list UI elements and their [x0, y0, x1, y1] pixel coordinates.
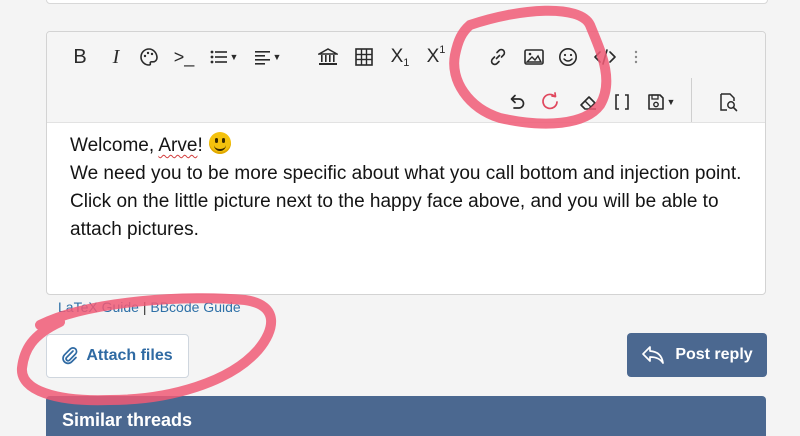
superscript-label: X — [426, 46, 440, 67]
smiley-emoji-icon — [208, 132, 231, 154]
link-icon[interactable] — [485, 42, 511, 72]
subscript-index: 1 — [403, 57, 410, 69]
subscript-label: X — [390, 46, 404, 67]
chevron-down-icon: ▼ — [229, 52, 239, 62]
code-inline-label: >_ — [173, 46, 195, 67]
eraser-icon[interactable] — [575, 87, 601, 117]
undo-icon[interactable] — [503, 87, 529, 117]
attach-files-label: Attach files — [86, 347, 173, 364]
save-draft-icon[interactable]: ▼ — [643, 87, 679, 117]
message-paragraph: We need you to be more specific about wh… — [70, 163, 742, 184]
editor-toolbar: B I >_ ▼ ▼ X1 X1 ▼ — [47, 32, 765, 123]
bold-label: B — [73, 45, 87, 68]
message-paragraph: Click on the little picture next to the … — [70, 191, 719, 240]
list-icon[interactable]: ▼ — [207, 42, 241, 72]
user-name: Arve — [158, 135, 198, 156]
reply-icon — [642, 346, 665, 364]
attach-files-button[interactable]: Attach files — [46, 334, 189, 378]
superscript-button[interactable]: X1 — [421, 42, 451, 72]
latex-guide-link[interactable]: LaTeX Guide — [58, 299, 139, 315]
emoji-icon[interactable] — [555, 42, 581, 72]
guide-separator: | — [142, 299, 147, 315]
editor-content[interactable]: Welcome, Arve! We need you to be more sp… — [70, 132, 750, 244]
italic-label: I — [112, 45, 120, 68]
italic-button[interactable]: I — [105, 42, 127, 72]
more-icon[interactable] — [629, 42, 643, 72]
message-editor[interactable]: B I >_ ▼ ▼ X1 X1 ▼ Welcome, Arve! We nee… — [46, 31, 766, 295]
similar-threads-header: Similar threads — [46, 396, 766, 436]
chevron-down-icon: ▼ — [272, 52, 282, 62]
code-inline-button[interactable]: >_ — [169, 42, 199, 72]
bbcode-guide-link[interactable]: BBcode Guide — [150, 299, 240, 315]
toolbar-divider — [691, 78, 692, 122]
previous-panel-edge — [46, 0, 768, 4]
similar-threads-title: Similar threads — [62, 410, 193, 430]
post-reply-label: Post reply — [675, 346, 753, 363]
greeting-punctuation: ! — [197, 135, 203, 156]
code-icon[interactable] — [591, 42, 619, 72]
greeting-line: Welcome, Arve! — [70, 132, 750, 160]
brackets-icon[interactable] — [609, 87, 635, 117]
institution-icon[interactable] — [315, 42, 341, 72]
greeting-text: Welcome, — [70, 135, 159, 156]
align-icon[interactable]: ▼ — [251, 42, 285, 72]
bold-button[interactable]: B — [69, 42, 91, 72]
image-icon[interactable] — [521, 42, 547, 72]
palette-icon[interactable] — [137, 42, 161, 72]
post-reply-button[interactable]: Post reply — [627, 333, 767, 377]
chevron-down-icon: ▼ — [666, 97, 676, 107]
preview-icon[interactable] — [715, 87, 741, 117]
subscript-button[interactable]: X1 — [385, 42, 415, 72]
superscript-index: 1 — [439, 44, 446, 56]
table-icon[interactable] — [351, 42, 377, 72]
redo-icon[interactable] — [537, 87, 563, 117]
guide-links: LaTeX Guide | BBcode Guide — [58, 299, 241, 315]
paperclip-icon — [62, 347, 78, 365]
